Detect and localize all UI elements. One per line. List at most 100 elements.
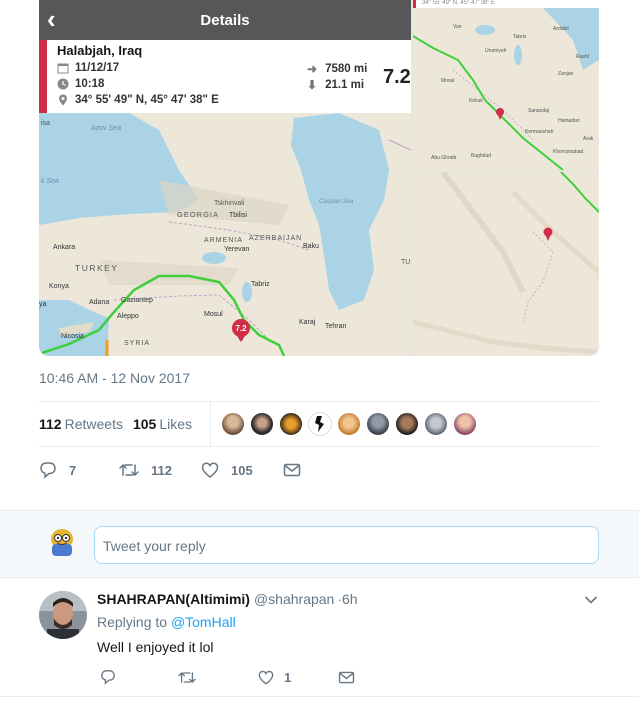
svg-text:Hamadan: Hamadan <box>558 118 580 124</box>
svg-text:Adana: Adana <box>89 299 109 306</box>
svg-text:ya: ya <box>39 301 47 308</box>
quake-magnitude: 7.2 <box>383 66 411 88</box>
svg-text:Nicosia: Nicosia <box>61 333 84 340</box>
reply-author-handle[interactable]: @shahrapan <box>254 591 334 607</box>
svg-text:Kermanshah: Kermanshah <box>525 129 554 135</box>
tweet-timestamp[interactable]: 10:46 AM - 12 Nov 2017 <box>39 370 190 386</box>
reply-time[interactable]: ·6h <box>337 591 357 607</box>
reply-author-name[interactable]: SHAHRAPAN(Altimimi) <box>97 591 250 607</box>
retweets-count: 112 <box>39 416 62 432</box>
quake-time-row: 10:18 <box>57 78 104 90</box>
distance-row: ➜ 7580 mi <box>307 62 367 76</box>
svg-text:Kirkuk: Kirkuk <box>469 98 483 104</box>
svg-text:Tehran: Tehran <box>325 323 347 330</box>
reply-like-count: 1 <box>284 669 292 685</box>
tweet-actions: 7 112 105 <box>39 458 313 482</box>
reply-composer: Tweet your reply <box>0 510 639 578</box>
liker-avatars <box>221 412 482 436</box>
avatar[interactable] <box>337 412 361 436</box>
divider <box>0 696 639 697</box>
map-zoom-region[interactable]: Van Tabriz Ardabil Rasht Urumiyeh Zanjan… <box>413 0 599 170</box>
reply-icon <box>40 462 56 479</box>
retweets-stat[interactable]: 112 Retweets <box>39 416 123 432</box>
map-main[interactable]: 7.2 Azov Sea k Sea isa Caspian Sea Tskhi… <box>39 0 411 356</box>
reply-retweet-button[interactable] <box>178 670 258 685</box>
svg-text:Konya: Konya <box>49 283 69 290</box>
details-header: ‹ Details <box>39 0 411 40</box>
direct-message-button[interactable] <box>283 463 313 477</box>
reply-tweet[interactable]: SHAHRAPAN(Altimimi) @shahrapan ·6h Reply… <box>0 579 639 705</box>
svg-text:Khorramabad: Khorramabad <box>553 149 584 155</box>
likes-count: 105 <box>132 416 157 432</box>
envelope-icon <box>283 463 301 477</box>
heart-icon <box>258 670 274 685</box>
avatar[interactable] <box>453 412 477 436</box>
quake-date-row: 11/12/17 <box>57 62 119 74</box>
like-button[interactable]: 105 <box>201 462 283 478</box>
avatar[interactable] <box>308 412 332 436</box>
svg-text:TU: TU <box>401 259 410 266</box>
svg-text:Karaj: Karaj <box>299 319 316 326</box>
avatar[interactable] <box>424 412 448 436</box>
reply-text: Well I enjoyed it lol <box>97 639 214 655</box>
replying-prefix: Replying to <box>97 614 168 630</box>
svg-text:Tbilisi: Tbilisi <box>229 212 247 219</box>
avatar[interactable] <box>221 412 245 436</box>
retweet-button[interactable]: 112 <box>119 462 201 478</box>
map-close-region-graphic <box>413 172 599 356</box>
reply-dm-button[interactable] <box>338 671 365 684</box>
arrow-down-icon: ⬇ <box>307 78 318 92</box>
svg-text:Van: Van <box>453 24 462 30</box>
svg-text:Baku: Baku <box>303 243 319 250</box>
svg-text:Mosul: Mosul <box>441 78 454 84</box>
reply-button[interactable]: 7 <box>39 461 119 479</box>
chevron-down-icon[interactable] <box>584 593 598 607</box>
svg-text:Urumiyeh: Urumiyeh <box>485 48 507 54</box>
my-avatar[interactable] <box>49 528 75 558</box>
svg-text:Mosul: Mosul <box>204 311 223 318</box>
retweet-count: 112 <box>151 462 172 478</box>
quake-date: 11/12/17 <box>75 62 120 74</box>
tweet-media[interactable]: 7.2 Azov Sea k Sea isa Caspian Sea Tskhi… <box>39 0 599 356</box>
calendar-icon <box>57 62 69 74</box>
envelope-icon <box>338 671 355 683</box>
clock-icon <box>57 78 69 90</box>
svg-text:Ankara: Ankara <box>53 244 75 251</box>
svg-text:GEORGIA: GEORGIA <box>177 210 219 219</box>
replying-to: Replying to @TomHall <box>97 614 236 630</box>
quake-depth: 21.1 mi <box>325 79 365 91</box>
reply-input[interactable]: Tweet your reply <box>94 526 599 564</box>
zoom-coords-caption: 34° 55' 49" N, 45° 47' 38" E <box>413 0 599 8</box>
svg-text:Abu Ghraib: Abu Ghraib <box>431 155 457 161</box>
reply-like-button[interactable]: 1 <box>258 670 338 685</box>
heart-icon <box>201 462 219 478</box>
avatar[interactable] <box>279 412 303 436</box>
avatar[interactable] <box>395 412 419 436</box>
likes-stat[interactable]: 105 Likes <box>133 416 192 432</box>
avatar[interactable] <box>366 412 390 436</box>
quake-info-card: Halabjah, Iraq 11/12/17 10:18 34° 55' 49… <box>39 40 411 113</box>
divider <box>210 402 211 446</box>
reply-icon <box>101 670 115 685</box>
avatar[interactable] <box>250 412 274 436</box>
svg-text:Sanandaj: Sanandaj <box>528 108 549 114</box>
svg-text:Tabriz: Tabriz <box>251 281 270 288</box>
likes-label: Likes <box>159 416 192 432</box>
avatar[interactable] <box>39 591 87 639</box>
details-title: Details <box>200 12 250 29</box>
svg-text:Yerevan: Yerevan <box>224 246 250 253</box>
svg-text:SYRIA: SYRIA <box>124 340 150 347</box>
quake-coords-row: 34° 55' 49" N, 45° 47' 38" E <box>57 94 219 106</box>
map-zoom-region-graphic: Van Tabriz Ardabil Rasht Urumiyeh Zanjan… <box>413 0 599 170</box>
svg-text:Caspian Sea: Caspian Sea <box>319 199 354 205</box>
svg-text:AZERBAIJAN: AZERBAIJAN <box>249 235 302 242</box>
svg-text:Tskhinvali: Tskhinvali <box>214 200 245 207</box>
replying-to-link[interactable]: @TomHall <box>171 614 236 630</box>
map-close-region[interactable] <box>413 172 599 356</box>
svg-text:7.2: 7.2 <box>235 324 247 333</box>
reply-reply-button[interactable] <box>100 669 178 685</box>
retweets-label: Retweets <box>64 416 123 432</box>
svg-text:TURKEY: TURKEY <box>75 263 118 273</box>
depth-row: ⬇ 21.1 mi <box>307 78 364 92</box>
svg-text:k Sea: k Sea <box>41 178 59 185</box>
